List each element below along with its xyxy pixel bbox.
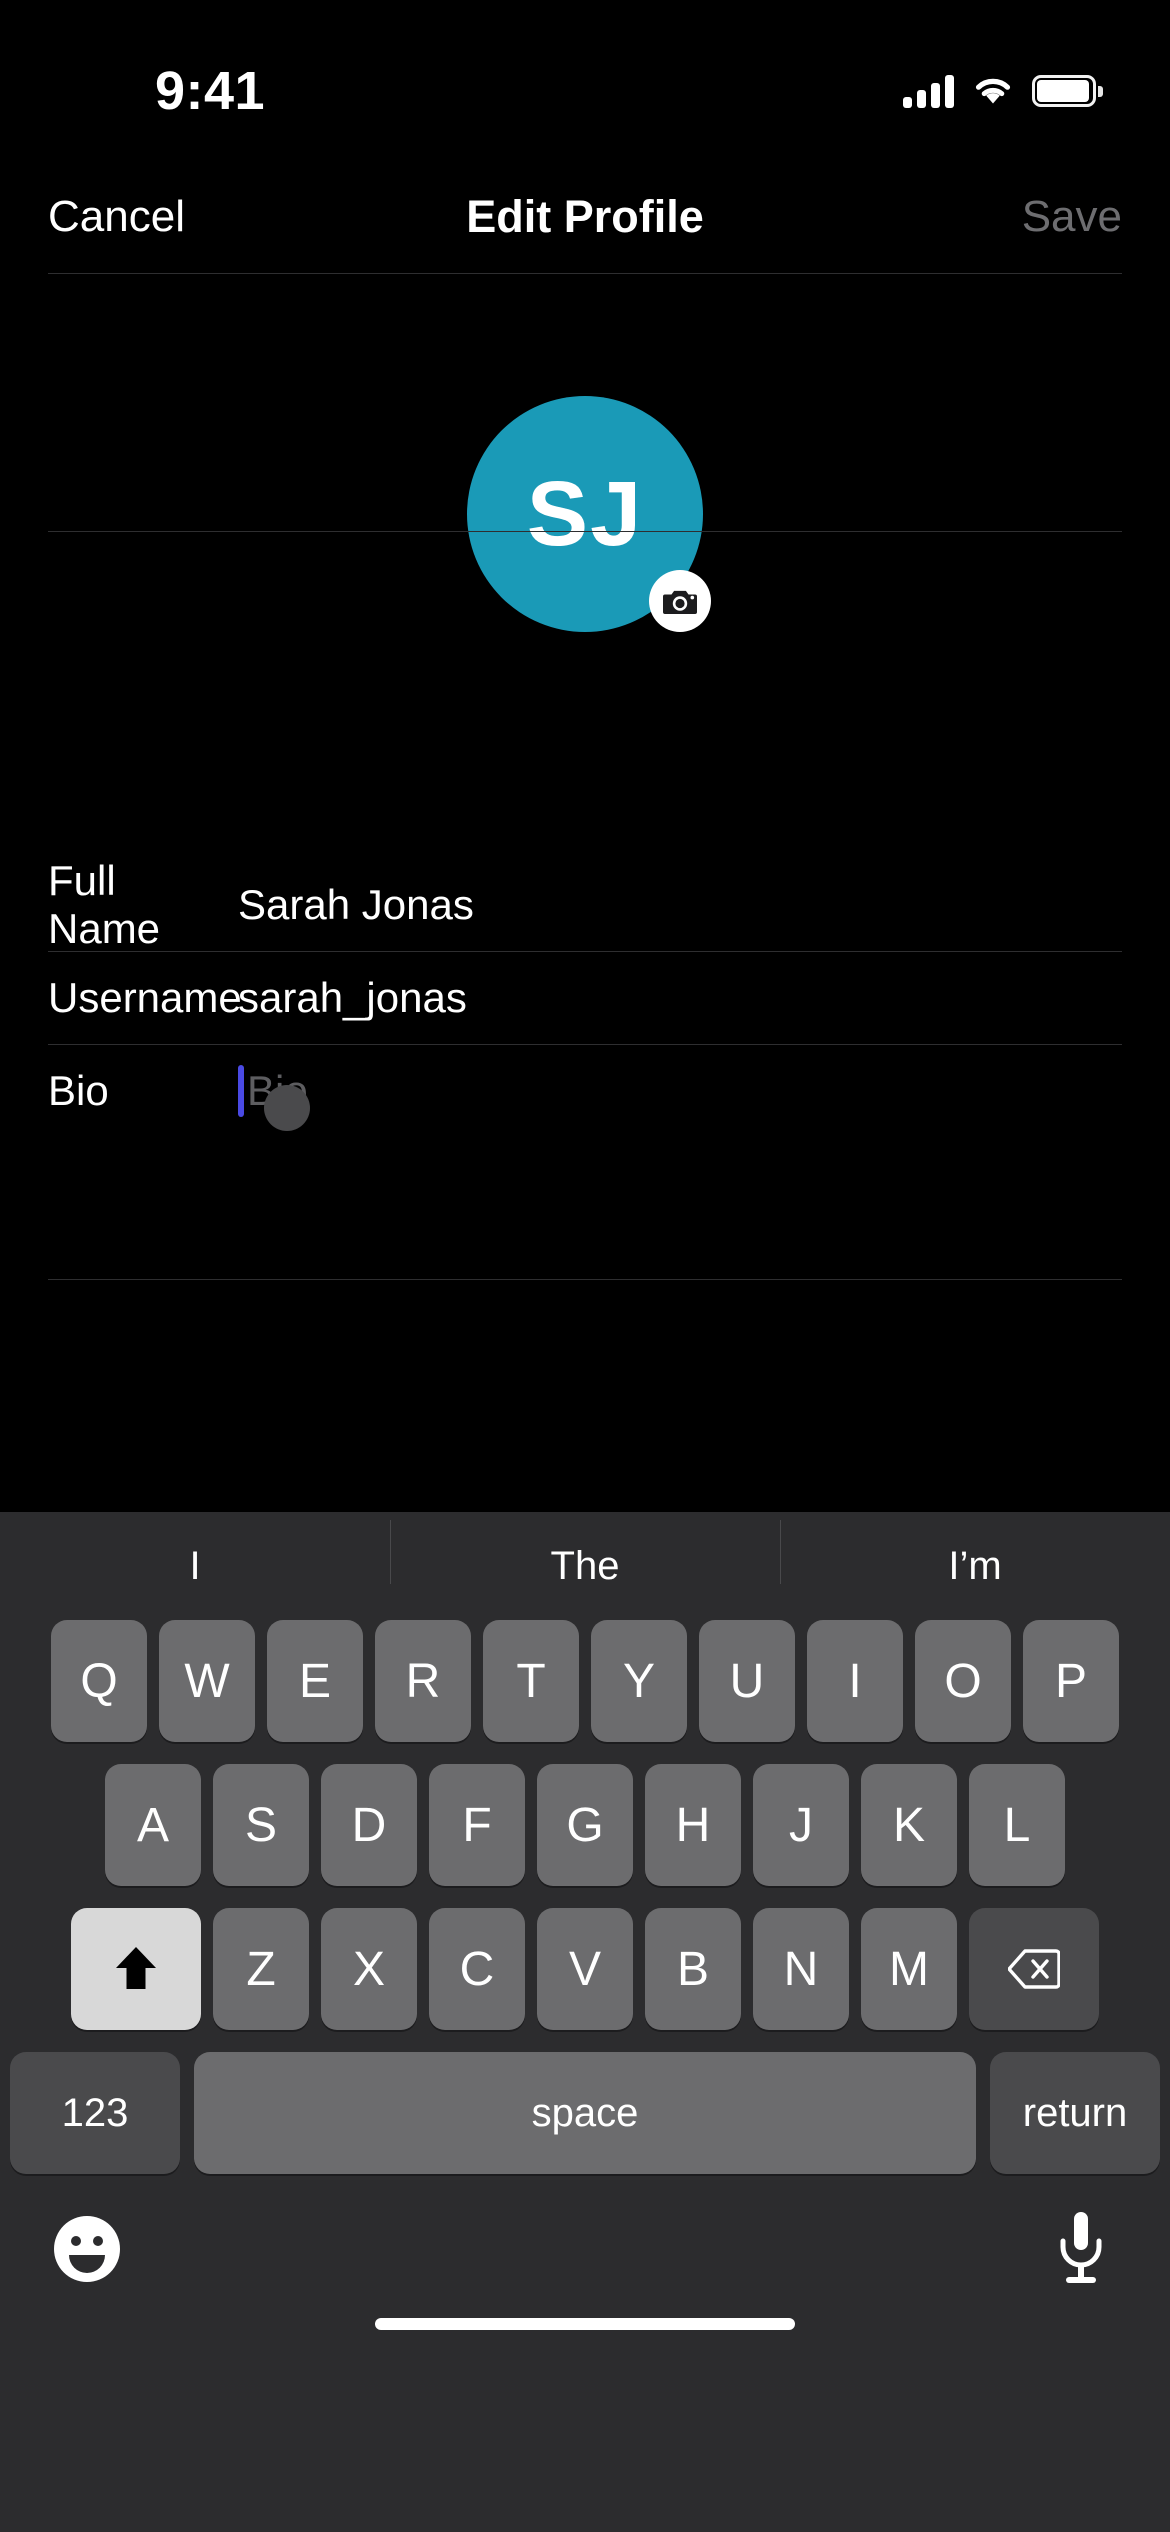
space-key[interactable]: space — [194, 2052, 976, 2174]
text-cursor — [238, 1064, 244, 1117]
key-m[interactable]: M — [861, 1908, 957, 2030]
dictation-key[interactable] — [1052, 2210, 1110, 2288]
prediction-1[interactable]: I — [0, 1544, 390, 1589]
keyboard-row-3: ZXCVBNM — [0, 1908, 1170, 2030]
username-input[interactable]: sarah_jonas — [238, 974, 467, 1022]
key-s[interactable]: S — [213, 1764, 309, 1886]
change-photo-button[interactable] — [649, 570, 711, 632]
shift-arrow-icon — [116, 1947, 156, 1989]
key-z[interactable]: Z — [213, 1908, 309, 2030]
backspace-icon — [1008, 1949, 1060, 1989]
key-r[interactable]: R — [375, 1620, 471, 1742]
profile-form: Full Name Sarah Jonas Username sarah_jon… — [0, 856, 1170, 1137]
status-bar-time: 9:41 — [154, 61, 266, 121]
key-f[interactable]: F — [429, 1764, 525, 1886]
key-t[interactable]: T — [483, 1620, 579, 1742]
key-q[interactable]: Q — [51, 1620, 147, 1742]
save-button[interactable]: Save — [1022, 192, 1122, 242]
key-e[interactable]: E — [267, 1620, 363, 1742]
prediction-3[interactable]: I’m — [780, 1519, 1170, 1589]
key-j[interactable]: J — [753, 1764, 849, 1886]
keyboard-row-4: 123 space return — [0, 2052, 1170, 2174]
return-key[interactable]: return — [990, 2052, 1160, 2174]
camera-icon — [663, 590, 697, 614]
cellular-signal-icon — [903, 74, 954, 108]
key-v[interactable]: V — [537, 1908, 633, 2030]
key-g[interactable]: G — [537, 1764, 633, 1886]
username-label: Username — [48, 973, 242, 1021]
keyboard-row-1: QWERTYUIOP — [0, 1620, 1170, 1742]
key-i[interactable]: I — [807, 1620, 903, 1742]
key-y[interactable]: Y — [591, 1620, 687, 1742]
key-w[interactable]: W — [159, 1620, 255, 1742]
form-row-username[interactable]: Username sarah_jonas — [0, 951, 1170, 1044]
full-name-label: Full Name — [48, 856, 161, 952]
battery-icon — [1032, 75, 1103, 107]
key-a[interactable]: A — [105, 1764, 201, 1886]
avatar-section: SJ — [0, 273, 1170, 858]
navigation-bar: Cancel Edit Profile Save — [0, 160, 1170, 273]
prediction-2[interactable]: The — [390, 1519, 780, 1589]
numbers-key[interactable]: 123 — [10, 2052, 180, 2174]
status-bar: 9:41 — [0, 0, 1170, 160]
emoji-key[interactable] — [52, 2214, 122, 2284]
key-x[interactable]: X — [321, 1908, 417, 2030]
avatar-divider — [48, 531, 1122, 532]
key-c[interactable]: C — [429, 1908, 525, 2030]
keyboard: I The I’m QWERTYUIOP ASDFGHJKL ZXCVBNM 1… — [0, 1512, 1170, 2532]
key-k[interactable]: K — [861, 1764, 957, 1886]
key-n[interactable]: N — [753, 1908, 849, 2030]
form-bottom-divider — [48, 1279, 1122, 1280]
touch-indicator — [264, 1085, 310, 1131]
cancel-button[interactable]: Cancel — [48, 192, 185, 242]
phone-screen: 9:41 Cancel Edit Profile Save SJ Full Na… — [0, 0, 1170, 2532]
emoji-smiley-icon — [54, 2216, 120, 2282]
full-name-input[interactable]: Sarah Jonas — [238, 881, 474, 929]
key-d[interactable]: D — [321, 1764, 417, 1886]
key-o[interactable]: O — [915, 1620, 1011, 1742]
key-l[interactable]: L — [969, 1764, 1065, 1886]
key-u[interactable]: U — [699, 1620, 795, 1742]
form-row-full-name[interactable]: Full Name Sarah Jonas — [0, 856, 1170, 952]
avatar-container[interactable]: SJ — [467, 396, 711, 632]
wifi-icon — [975, 78, 1011, 104]
microphone-icon — [1060, 2212, 1102, 2283]
shift-key[interactable] — [71, 1908, 201, 2030]
status-bar-indicators — [903, 52, 1103, 108]
backspace-key[interactable] — [969, 1908, 1099, 2030]
form-row-bio[interactable]: Bio Bio — [0, 1044, 1170, 1137]
key-b[interactable]: B — [645, 1908, 741, 2030]
predictive-text-bar: I The I’m — [0, 1512, 1170, 1620]
keyboard-row-2: ASDFGHJKL — [0, 1764, 1170, 1886]
key-h[interactable]: H — [645, 1764, 741, 1886]
keyboard-bottom-bar — [0, 2196, 1170, 2348]
home-indicator — [375, 2318, 795, 2330]
bio-label: Bio — [48, 1066, 109, 1114]
key-p[interactable]: P — [1023, 1620, 1119, 1742]
